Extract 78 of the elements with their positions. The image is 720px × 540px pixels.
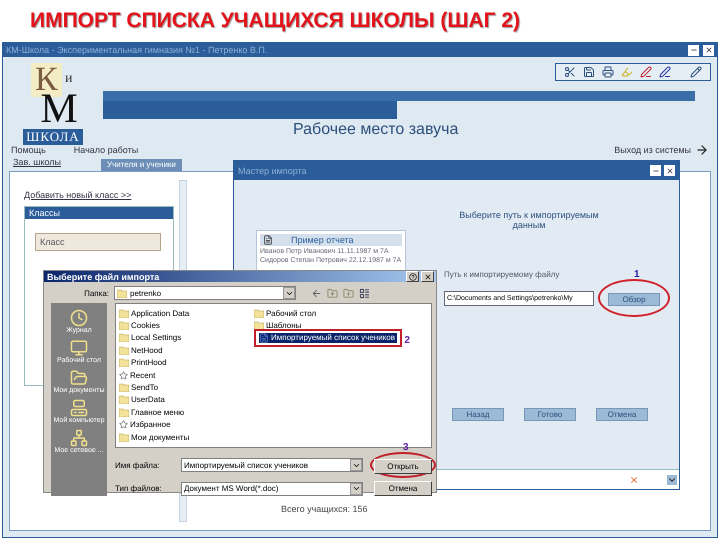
total-count: Всего учащихся: 156: [281, 504, 369, 514]
nav-link[interactable]: Помощь: [11, 145, 46, 155]
file-item[interactable]: Избранное: [119, 420, 254, 430]
save-icon[interactable]: [583, 66, 595, 78]
close-button[interactable]: [703, 44, 714, 56]
arrow-right-icon: [695, 143, 709, 157]
file-item[interactable]: PrintHood: [119, 358, 254, 368]
close-icon: [666, 166, 674, 174]
folder-label: Папка:: [83, 288, 109, 298]
file-item[interactable]: Cookies: [119, 321, 254, 330]
window-title: КМ-Школа - Экспериментальная гимназия №1 - Петренко В.П.: [6, 45, 268, 55]
document-icon: [259, 332, 269, 343]
file-item[interactable]: NetHood: [119, 346, 254, 355]
wizard-button[interactable]: Отмена: [596, 408, 648, 421]
pencil-icon[interactable]: [690, 66, 702, 78]
file-item[interactable]: Рабочий стол: [254, 308, 424, 318]
network-icon: [70, 429, 88, 447]
close-icon: [424, 272, 432, 280]
browse-button[interactable]: Обзор: [608, 293, 660, 306]
scissors-icon[interactable]: [564, 66, 576, 78]
close-button[interactable]: [664, 165, 675, 176]
close-button[interactable]: [421, 271, 434, 282]
folder-dropdown[interactable]: petrenko: [114, 286, 296, 300]
callout-number: 2: [404, 334, 410, 346]
window-title: Мастер импорта: [238, 166, 308, 176]
callout-number: 3: [403, 442, 409, 453]
help-button[interactable]: [406, 271, 419, 282]
monitor-icon: [70, 339, 88, 357]
add-class-link[interactable]: Добавить новый класс >>: [24, 190, 132, 200]
file-item[interactable]: Главное меню: [119, 408, 254, 417]
filename-label: Имя файла:: [115, 460, 161, 470]
file-item[interactable]: Recent: [119, 370, 254, 380]
star-icon: [119, 370, 128, 380]
open-button[interactable]: Открыть: [374, 459, 432, 474]
document-icon: [263, 235, 273, 245]
filename-field[interactable]: Импортируемый список учеников: [181, 458, 363, 472]
folder-icon: [119, 432, 129, 442]
callout-number: 1: [634, 269, 640, 280]
printer-icon[interactable]: [602, 66, 614, 78]
dialog-title: Выберите файл импорта: [47, 272, 160, 282]
close-icon[interactable]: [629, 474, 639, 484]
file-type-label: Тип файлов:: [115, 484, 163, 493]
path-label: Путь к импортируемому файлу: [444, 270, 560, 279]
column-header: Класс: [35, 233, 161, 251]
cancel-button[interactable]: Отмена: [374, 481, 432, 496]
folder-icon: [117, 288, 127, 298]
page-title: Рабочее место завуча: [293, 120, 458, 140]
minimize-button[interactable]: [688, 44, 699, 56]
file-item[interactable]: UserData: [119, 395, 254, 404]
file-item[interactable]: Мои документы: [119, 432, 254, 442]
exit-link[interactable]: Выход из системы: [614, 143, 709, 157]
pen-icon[interactable]: [640, 66, 652, 78]
close-icon: [704, 46, 712, 54]
folder-icon: [70, 369, 88, 387]
view-menu-icon[interactable]: [359, 288, 370, 298]
pen-icon[interactable]: [659, 66, 671, 78]
wizard-button[interactable]: Готово: [524, 408, 576, 421]
prompt-text: Выберите путь к импортируемым данным: [458, 210, 600, 230]
file-item[interactable]: Импортируемый список учеников: [259, 332, 397, 343]
scroll-down-icon[interactable]: [667, 474, 677, 484]
file-type-dropdown[interactable]: Документ MS Word(*.doc): [181, 482, 363, 496]
example-title: Пример отчета: [291, 235, 354, 245]
panel-title: Классы: [25, 207, 173, 219]
help-icon: [408, 272, 416, 280]
back-icon[interactable]: [311, 288, 322, 298]
nav-link[interactable]: Начало работы: [74, 145, 138, 155]
slide-title: ИМПОРТ СПИСКА УЧАЩИХСЯ ШКОЛЫ (ШАГ 2): [29, 8, 522, 34]
star-icon: [119, 420, 128, 430]
clock-icon: [70, 309, 88, 327]
section-link[interactable]: Зав. школы: [13, 157, 62, 167]
logo: К и М ШКОЛА: [3, 57, 103, 143]
file-item[interactable]: SendTo: [119, 383, 254, 392]
computer-icon: [70, 399, 88, 417]
wizard-button[interactable]: Назад: [452, 408, 504, 421]
file-item[interactable]: Application Data: [119, 308, 254, 318]
file-item[interactable]: Шаблоны: [254, 321, 424, 330]
minimize-button[interactable]: [650, 165, 661, 176]
file-item[interactable]: Local Settings: [119, 333, 254, 342]
